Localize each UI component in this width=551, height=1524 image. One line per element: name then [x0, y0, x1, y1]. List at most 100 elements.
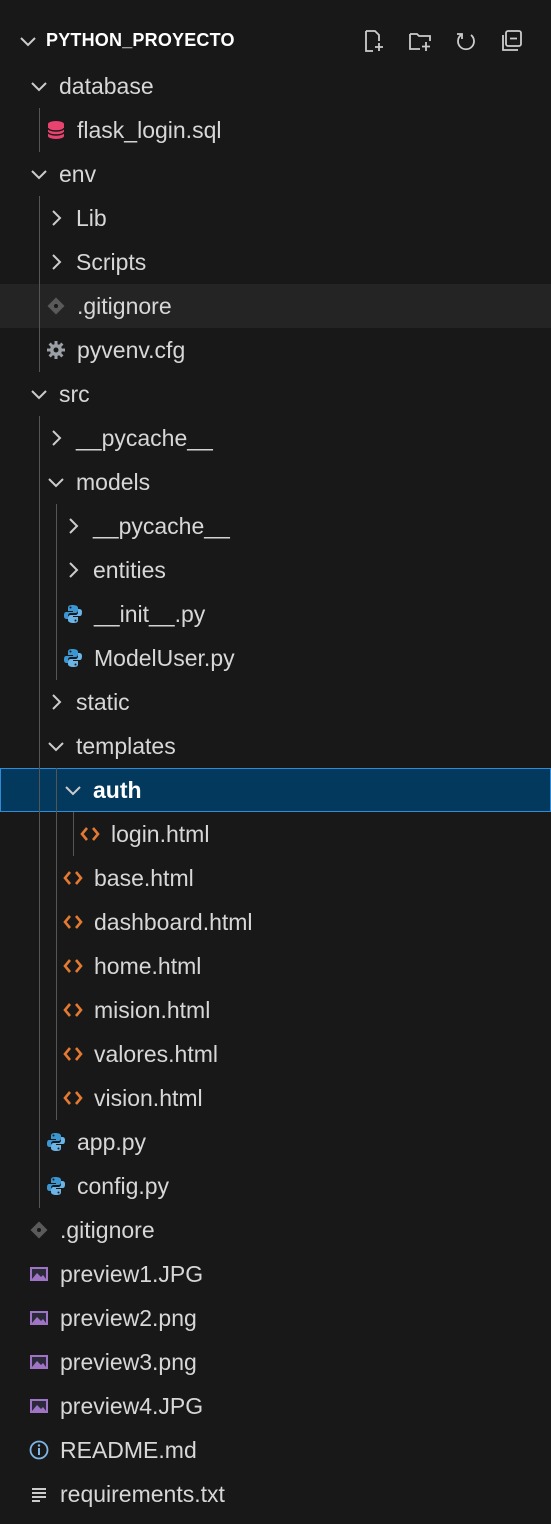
indent-guide — [39, 108, 40, 152]
git-icon — [45, 295, 67, 317]
indent-guide — [39, 284, 40, 328]
tree-item-label: preview4.JPG — [60, 1393, 204, 1419]
tree-file-row[interactable]: preview4.JPG — [0, 1384, 551, 1428]
tree-file-row[interactable]: .gitignore — [0, 1208, 551, 1252]
html-icon — [62, 1087, 84, 1109]
chevron-right-icon[interactable] — [45, 427, 67, 449]
tree-folder-row[interactable]: database — [0, 64, 551, 108]
indent-guide — [56, 1032, 57, 1076]
tree-item-label: __init__.py — [94, 601, 206, 627]
tree-item-label: .gitignore — [60, 1217, 155, 1243]
chevron-down-icon[interactable] — [28, 383, 50, 405]
tree-folder-row[interactable]: Lib — [0, 196, 551, 240]
html-icon — [62, 911, 84, 933]
tree-file-row[interactable]: dashboard.html — [0, 900, 551, 944]
indent-guide — [56, 944, 57, 988]
tree-file-row[interactable]: app.py — [0, 1120, 551, 1164]
tree-file-row[interactable]: flask_login.sql — [0, 108, 551, 152]
tree-file-row[interactable]: mision.html — [0, 988, 551, 1032]
tree-file-row[interactable]: ModelUser.py — [0, 636, 551, 680]
tree-file-row[interactable]: config.py — [0, 1164, 551, 1208]
tree-file-row[interactable]: pyvenv.cfg — [0, 328, 551, 372]
html-icon — [62, 999, 84, 1021]
indent-guide — [39, 724, 40, 768]
explorer-header[interactable]: PYTHON_PROYECTO — [0, 20, 551, 64]
indent-guide — [39, 988, 40, 1032]
tree-item-label: entities — [93, 557, 166, 583]
indent-guide — [39, 504, 40, 548]
refresh-icon[interactable] — [451, 26, 481, 56]
indent-guide — [39, 240, 40, 284]
tree-item-label: Lib — [76, 205, 107, 231]
indent-guide — [56, 988, 57, 1032]
settings-gear-icon — [45, 339, 67, 361]
image-icon — [28, 1263, 50, 1285]
indent-guide — [39, 548, 40, 592]
tree-folder-row[interactable]: src — [0, 372, 551, 416]
python-icon — [45, 1131, 67, 1153]
indent-guide — [39, 680, 40, 724]
tree-item-label: pyvenv.cfg — [77, 337, 186, 363]
indent-guide — [56, 768, 57, 812]
tree-item-label: preview2.png — [60, 1305, 197, 1331]
indent-guide — [39, 812, 40, 856]
tree-item-label: dashboard.html — [94, 909, 253, 935]
html-icon — [62, 867, 84, 889]
chevron-down-icon[interactable] — [45, 471, 67, 493]
new-file-icon[interactable] — [359, 26, 389, 56]
tree-file-row[interactable]: home.html — [0, 944, 551, 988]
tree-file-row[interactable]: base.html — [0, 856, 551, 900]
indent-guide — [39, 1120, 40, 1164]
indent-guide — [39, 636, 40, 680]
tree-item-label: app.py — [77, 1129, 147, 1155]
indent-guide — [39, 196, 40, 240]
tree-file-row[interactable]: preview2.png — [0, 1296, 551, 1340]
tree-folder-row[interactable]: templates — [0, 724, 551, 768]
chevron-right-icon[interactable] — [62, 515, 84, 537]
html-icon — [62, 955, 84, 977]
tree-item-label: valores.html — [94, 1041, 218, 1067]
new-folder-icon[interactable] — [405, 26, 435, 56]
tree-folder-row[interactable]: static — [0, 680, 551, 724]
tree-file-row[interactable]: README.md — [0, 1428, 551, 1472]
tree-file-row[interactable]: preview3.png — [0, 1340, 551, 1384]
workspace-title: PYTHON_PROYECTO — [46, 30, 235, 50]
indent-guide — [39, 416, 40, 460]
tree-item-label: preview3.png — [60, 1349, 197, 1375]
html-icon — [79, 823, 101, 845]
info-icon — [28, 1439, 50, 1461]
tree-file-row[interactable]: login.html — [0, 812, 551, 856]
tree-folder-row[interactable]: __pycache__ — [0, 416, 551, 460]
tree-file-row[interactable]: requirements.txt — [0, 1472, 551, 1516]
text-file-icon — [28, 1483, 50, 1505]
chevron-right-icon[interactable] — [45, 207, 67, 229]
tree-file-row[interactable]: __init__.py — [0, 592, 551, 636]
tree-folder-row[interactable]: entities — [0, 548, 551, 592]
indent-guide — [56, 856, 57, 900]
tree-folder-row[interactable]: auth — [0, 768, 551, 812]
tree-file-row[interactable]: vision.html — [0, 1076, 551, 1120]
explorer-actions — [359, 26, 527, 56]
indent-guide — [56, 812, 57, 856]
chevron-down-icon[interactable] — [17, 30, 39, 52]
tree-file-row[interactable]: .gitignore — [0, 284, 551, 328]
tree-folder-row[interactable]: models — [0, 460, 551, 504]
chevron-right-icon[interactable] — [62, 559, 84, 581]
collapse-all-icon[interactable] — [497, 26, 527, 56]
tree-item-label: README.md — [60, 1437, 197, 1463]
tree-item-label: requirements.txt — [60, 1481, 225, 1507]
python-icon — [45, 1175, 67, 1197]
tree-item-label: models — [76, 469, 151, 495]
tree-folder-row[interactable]: __pycache__ — [0, 504, 551, 548]
chevron-down-icon[interactable] — [62, 779, 84, 801]
chevron-right-icon[interactable] — [45, 251, 67, 273]
chevron-right-icon[interactable] — [45, 691, 67, 713]
tree-item-label: env — [59, 161, 97, 187]
tree-folder-row[interactable]: env — [0, 152, 551, 196]
tree-file-row[interactable]: valores.html — [0, 1032, 551, 1076]
tree-file-row[interactable]: preview1.JPG — [0, 1252, 551, 1296]
tree-folder-row[interactable]: Scripts — [0, 240, 551, 284]
chevron-down-icon[interactable] — [28, 163, 50, 185]
chevron-down-icon[interactable] — [45, 735, 67, 757]
chevron-down-icon[interactable] — [28, 75, 50, 97]
